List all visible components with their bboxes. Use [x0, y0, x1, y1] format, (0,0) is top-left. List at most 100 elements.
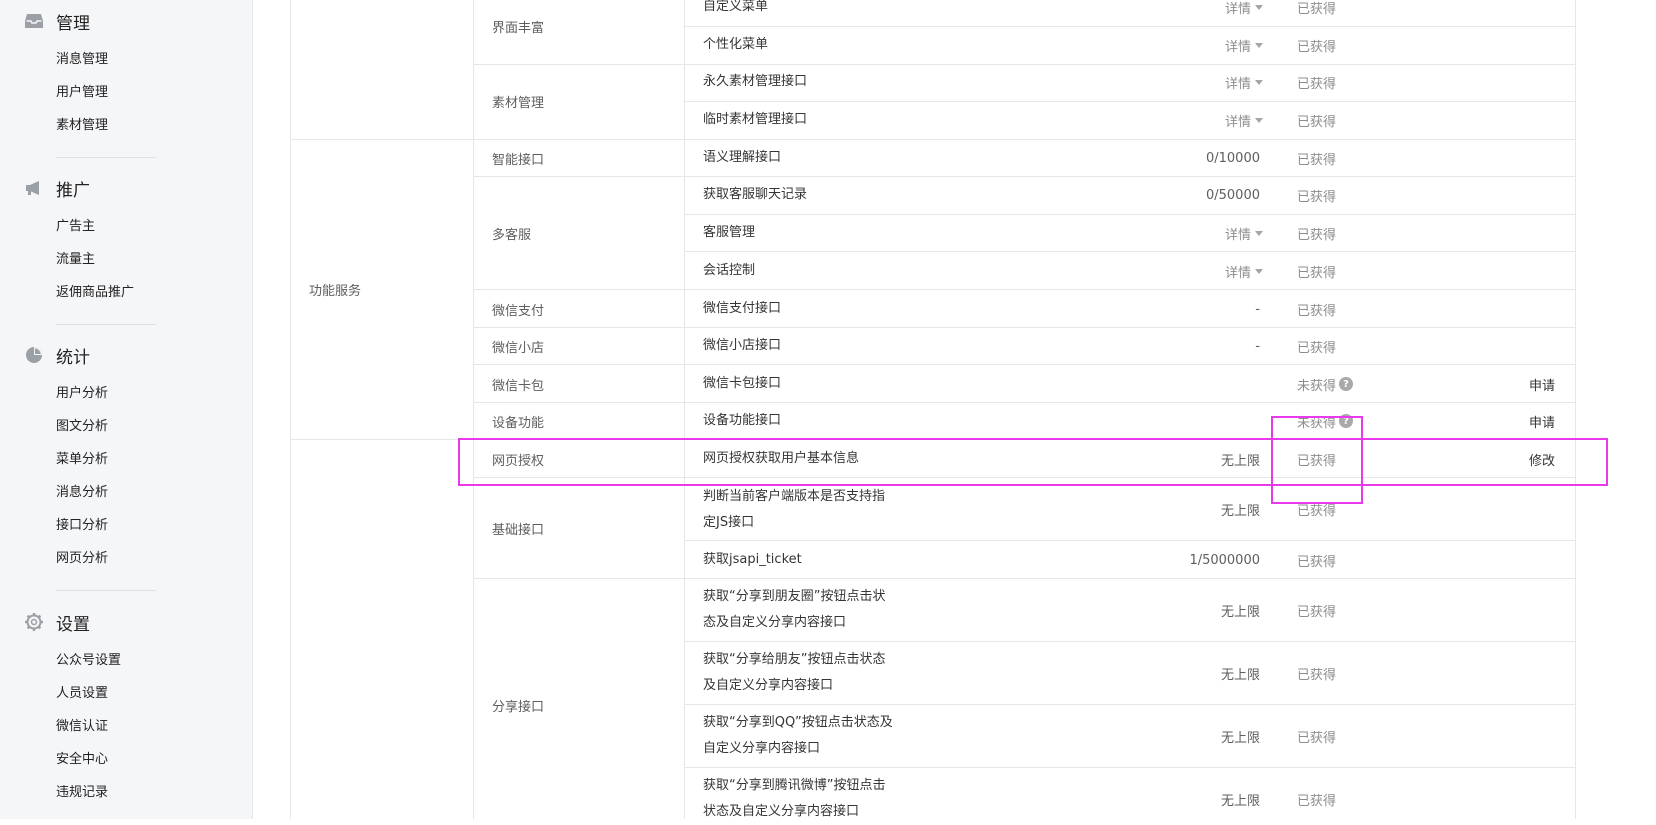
caret-down-icon [1255, 117, 1263, 123]
detail-label: 详情 [1224, 39, 1251, 55]
sidebar-item-user-mgmt[interactable]: 用户管理 [56, 83, 108, 103]
interface-name: 临时素材管理接口 [703, 112, 808, 127]
sidebar-group-promote: 推广 [24, 175, 90, 201]
detail-label: 详情 [1224, 265, 1251, 281]
status-label: 已获得 [1297, 227, 1337, 243]
row-divider [473, 364, 1575, 365]
sidebar-item-violation-records[interactable]: 违规记录 [56, 783, 108, 803]
help-icon[interactable]: ? [1339, 414, 1354, 428]
help-icon[interactable]: ? [1339, 377, 1354, 391]
sidebar-item-staff-settings[interactable]: 人员设置 [56, 684, 108, 704]
sidebar-divider [56, 324, 156, 325]
status-label: 已获得 [1297, 303, 1337, 319]
caret-down-icon [1255, 230, 1263, 236]
sidebar-divider [56, 157, 156, 158]
detail-dropdown[interactable]: 详情 [1180, 261, 1263, 281]
section-label: 功能服务 [309, 283, 362, 299]
sidebar: 管理 消息管理 用户管理 素材管理 推广 广告主 流量主 返佣商品推广 统计 用… [0, 0, 253, 819]
api-permission-table [290, 0, 1576, 819]
table-col-divider [684, 0, 685, 819]
row-divider [684, 641, 1575, 642]
category-label: 素材管理 [492, 95, 545, 111]
category-label: 微信小店 [492, 340, 545, 356]
sidebar-item-message-mgmt[interactable]: 消息管理 [56, 50, 108, 70]
caret-down-icon [1255, 79, 1263, 85]
sidebar-item-wechat-verify[interactable]: 微信认证 [56, 717, 108, 737]
sidebar-group-title: 推广 [56, 180, 90, 201]
row-divider [291, 139, 1575, 140]
quota-value: 无上限 [1220, 667, 1260, 683]
caret-down-icon [1255, 4, 1263, 10]
interface-name: 永久素材管理接口 [703, 74, 808, 89]
sidebar-item-rebate-promo[interactable]: 返佣商品推广 [56, 283, 134, 303]
detail-dropdown[interactable]: 详情 [1180, 110, 1263, 130]
pie-chart-icon [24, 345, 44, 365]
detail-label: 详情 [1224, 76, 1251, 92]
row-divider [684, 704, 1575, 705]
sidebar-item-api-analysis[interactable]: 接口分析 [56, 516, 108, 536]
sidebar-item-account-settings[interactable]: 公众号设置 [56, 651, 121, 671]
interface-name: 语义理解接口 [703, 150, 782, 165]
status-text: 未获得 [1297, 378, 1337, 394]
detail-dropdown[interactable]: 详情 [1180, 0, 1263, 17]
interface-name: 个性化菜单 [703, 37, 769, 52]
quota-value: - [1255, 338, 1260, 354]
sidebar-group-manage: 管理 [24, 8, 90, 34]
sidebar-item-user-analysis[interactable]: 用户分析 [56, 384, 108, 404]
status-text: 未获得 [1297, 415, 1337, 431]
interface-name: 自定义菜单 [703, 0, 769, 14]
interface-name: 判断当前客户端版本是否支持指定JS接口 [703, 489, 886, 530]
sidebar-divider [56, 590, 156, 591]
status-label: 未获得? [1297, 411, 1354, 431]
row-divider [684, 251, 1575, 252]
sidebar-group-title: 管理 [56, 13, 90, 34]
status-label: 未获得? [1297, 374, 1354, 394]
status-label: 已获得 [1297, 39, 1337, 55]
status-label: 已获得 [1297, 76, 1337, 92]
quota-value: 无上限 [1220, 604, 1260, 620]
sidebar-item-material-mgmt[interactable]: 素材管理 [56, 116, 108, 136]
detail-dropdown[interactable]: 详情 [1180, 72, 1263, 92]
category-label: 基础接口 [492, 522, 545, 538]
sidebar-group-stats: 统计 [24, 342, 90, 368]
interface-name: 微信支付接口 [703, 301, 782, 316]
row-divider [473, 477, 1575, 478]
category-label: 界面丰富 [492, 20, 545, 36]
caret-down-icon [1255, 42, 1263, 48]
category-label: 智能接口 [492, 152, 545, 168]
interface-name: 微信卡包接口 [703, 376, 782, 391]
sidebar-item-traffic-owner[interactable]: 流量主 [56, 250, 95, 270]
status-label: 已获得 [1297, 793, 1337, 809]
interface-name: 获取“分享到QQ”按钮点击状态及自定义分享内容接口 [703, 715, 893, 756]
gear-icon [24, 612, 44, 632]
row-divider [684, 101, 1575, 102]
interface-name: 客服管理 [703, 225, 756, 240]
status-label: 已获得 [1297, 604, 1337, 620]
row-divider [684, 767, 1575, 768]
quota-value: - [1255, 301, 1260, 317]
inbox-icon [24, 11, 44, 31]
quota-value: 无上限 [1220, 793, 1260, 809]
category-label: 设备功能 [492, 415, 545, 431]
sidebar-item-message-analysis[interactable]: 消息分析 [56, 483, 108, 503]
sidebar-item-article-analysis[interactable]: 图文分析 [56, 417, 108, 437]
interface-name: 网页授权获取用户基本信息 [703, 451, 860, 466]
modify-link[interactable]: 修改 [1500, 449, 1555, 469]
detail-dropdown[interactable]: 详情 [1180, 35, 1263, 55]
detail-dropdown[interactable]: 详情 [1180, 223, 1263, 243]
sidebar-item-advertiser[interactable]: 广告主 [56, 217, 95, 237]
caret-down-icon [1255, 268, 1263, 274]
sidebar-item-menu-analysis[interactable]: 菜单分析 [56, 450, 108, 470]
apply-link[interactable]: 申请 [1500, 411, 1555, 431]
row-divider [473, 578, 1575, 579]
status-label: 已获得 [1297, 1, 1337, 17]
interface-name: 获取客服聊天记录 [703, 187, 808, 202]
status-label: 已获得 [1297, 114, 1337, 130]
interface-name: 会话控制 [703, 263, 756, 278]
quota-value: 0/10000 [1205, 150, 1260, 166]
apply-link[interactable]: 申请 [1500, 374, 1555, 394]
detail-label: 详情 [1224, 227, 1251, 243]
sidebar-item-security-center[interactable]: 安全中心 [56, 750, 108, 770]
quota-value: 1/5000000 [1189, 552, 1260, 568]
sidebar-item-web-analysis[interactable]: 网页分析 [56, 549, 108, 569]
